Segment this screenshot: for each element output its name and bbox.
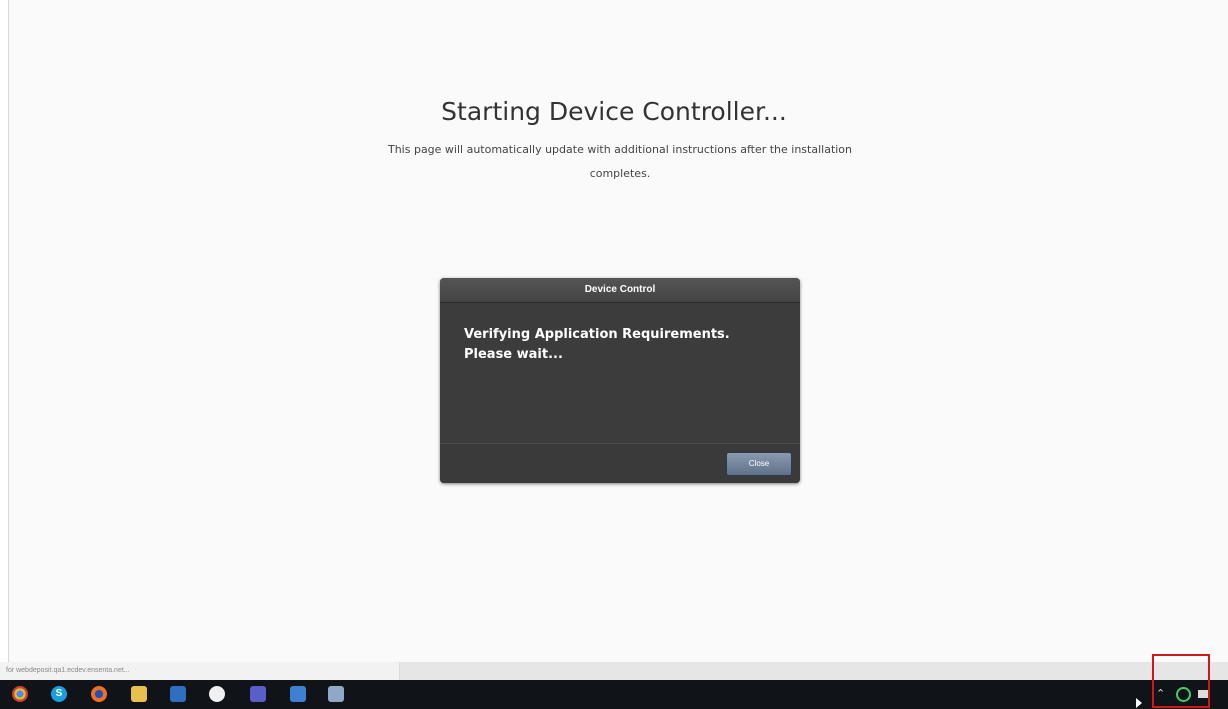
- taskbar: S ⌃: [0, 680, 1228, 709]
- notepad-icon[interactable]: [328, 686, 344, 702]
- status-url: for webdeposit.qa1.ecdev.ensenta.net...: [0, 662, 400, 680]
- mouse-cursor-icon: [1136, 698, 1142, 708]
- dialog-message-line-2: Please wait...: [464, 347, 563, 362]
- close-button[interactable]: Close: [726, 452, 792, 476]
- dialog-message: Verifying Application Requirements. Plea…: [464, 325, 730, 365]
- status-bar: for webdeposit.qa1.ecdev.ensenta.net...: [0, 662, 1228, 680]
- remote-desktop-icon[interactable]: [290, 686, 306, 702]
- firefox-icon[interactable]: [91, 686, 107, 702]
- chrome-icon[interactable]: [12, 686, 28, 702]
- skype-icon[interactable]: S: [51, 686, 67, 702]
- dialog-title: Device Control: [440, 278, 800, 303]
- mail-icon[interactable]: [170, 686, 186, 702]
- teams-icon[interactable]: [250, 686, 266, 702]
- file-explorer-icon[interactable]: [131, 686, 147, 702]
- device-control-dialog: Device Control Verifying Application Req…: [440, 278, 800, 483]
- dialog-footer: Close: [440, 443, 800, 483]
- page-title: Starting Device Controller...: [441, 97, 787, 126]
- dialog-message-line-1: Verifying Application Requirements.: [464, 327, 730, 342]
- tray-highlight-box: [1152, 654, 1210, 708]
- settings-icon[interactable]: [209, 686, 225, 702]
- page-subtext: This page will automatically update with…: [387, 143, 853, 180]
